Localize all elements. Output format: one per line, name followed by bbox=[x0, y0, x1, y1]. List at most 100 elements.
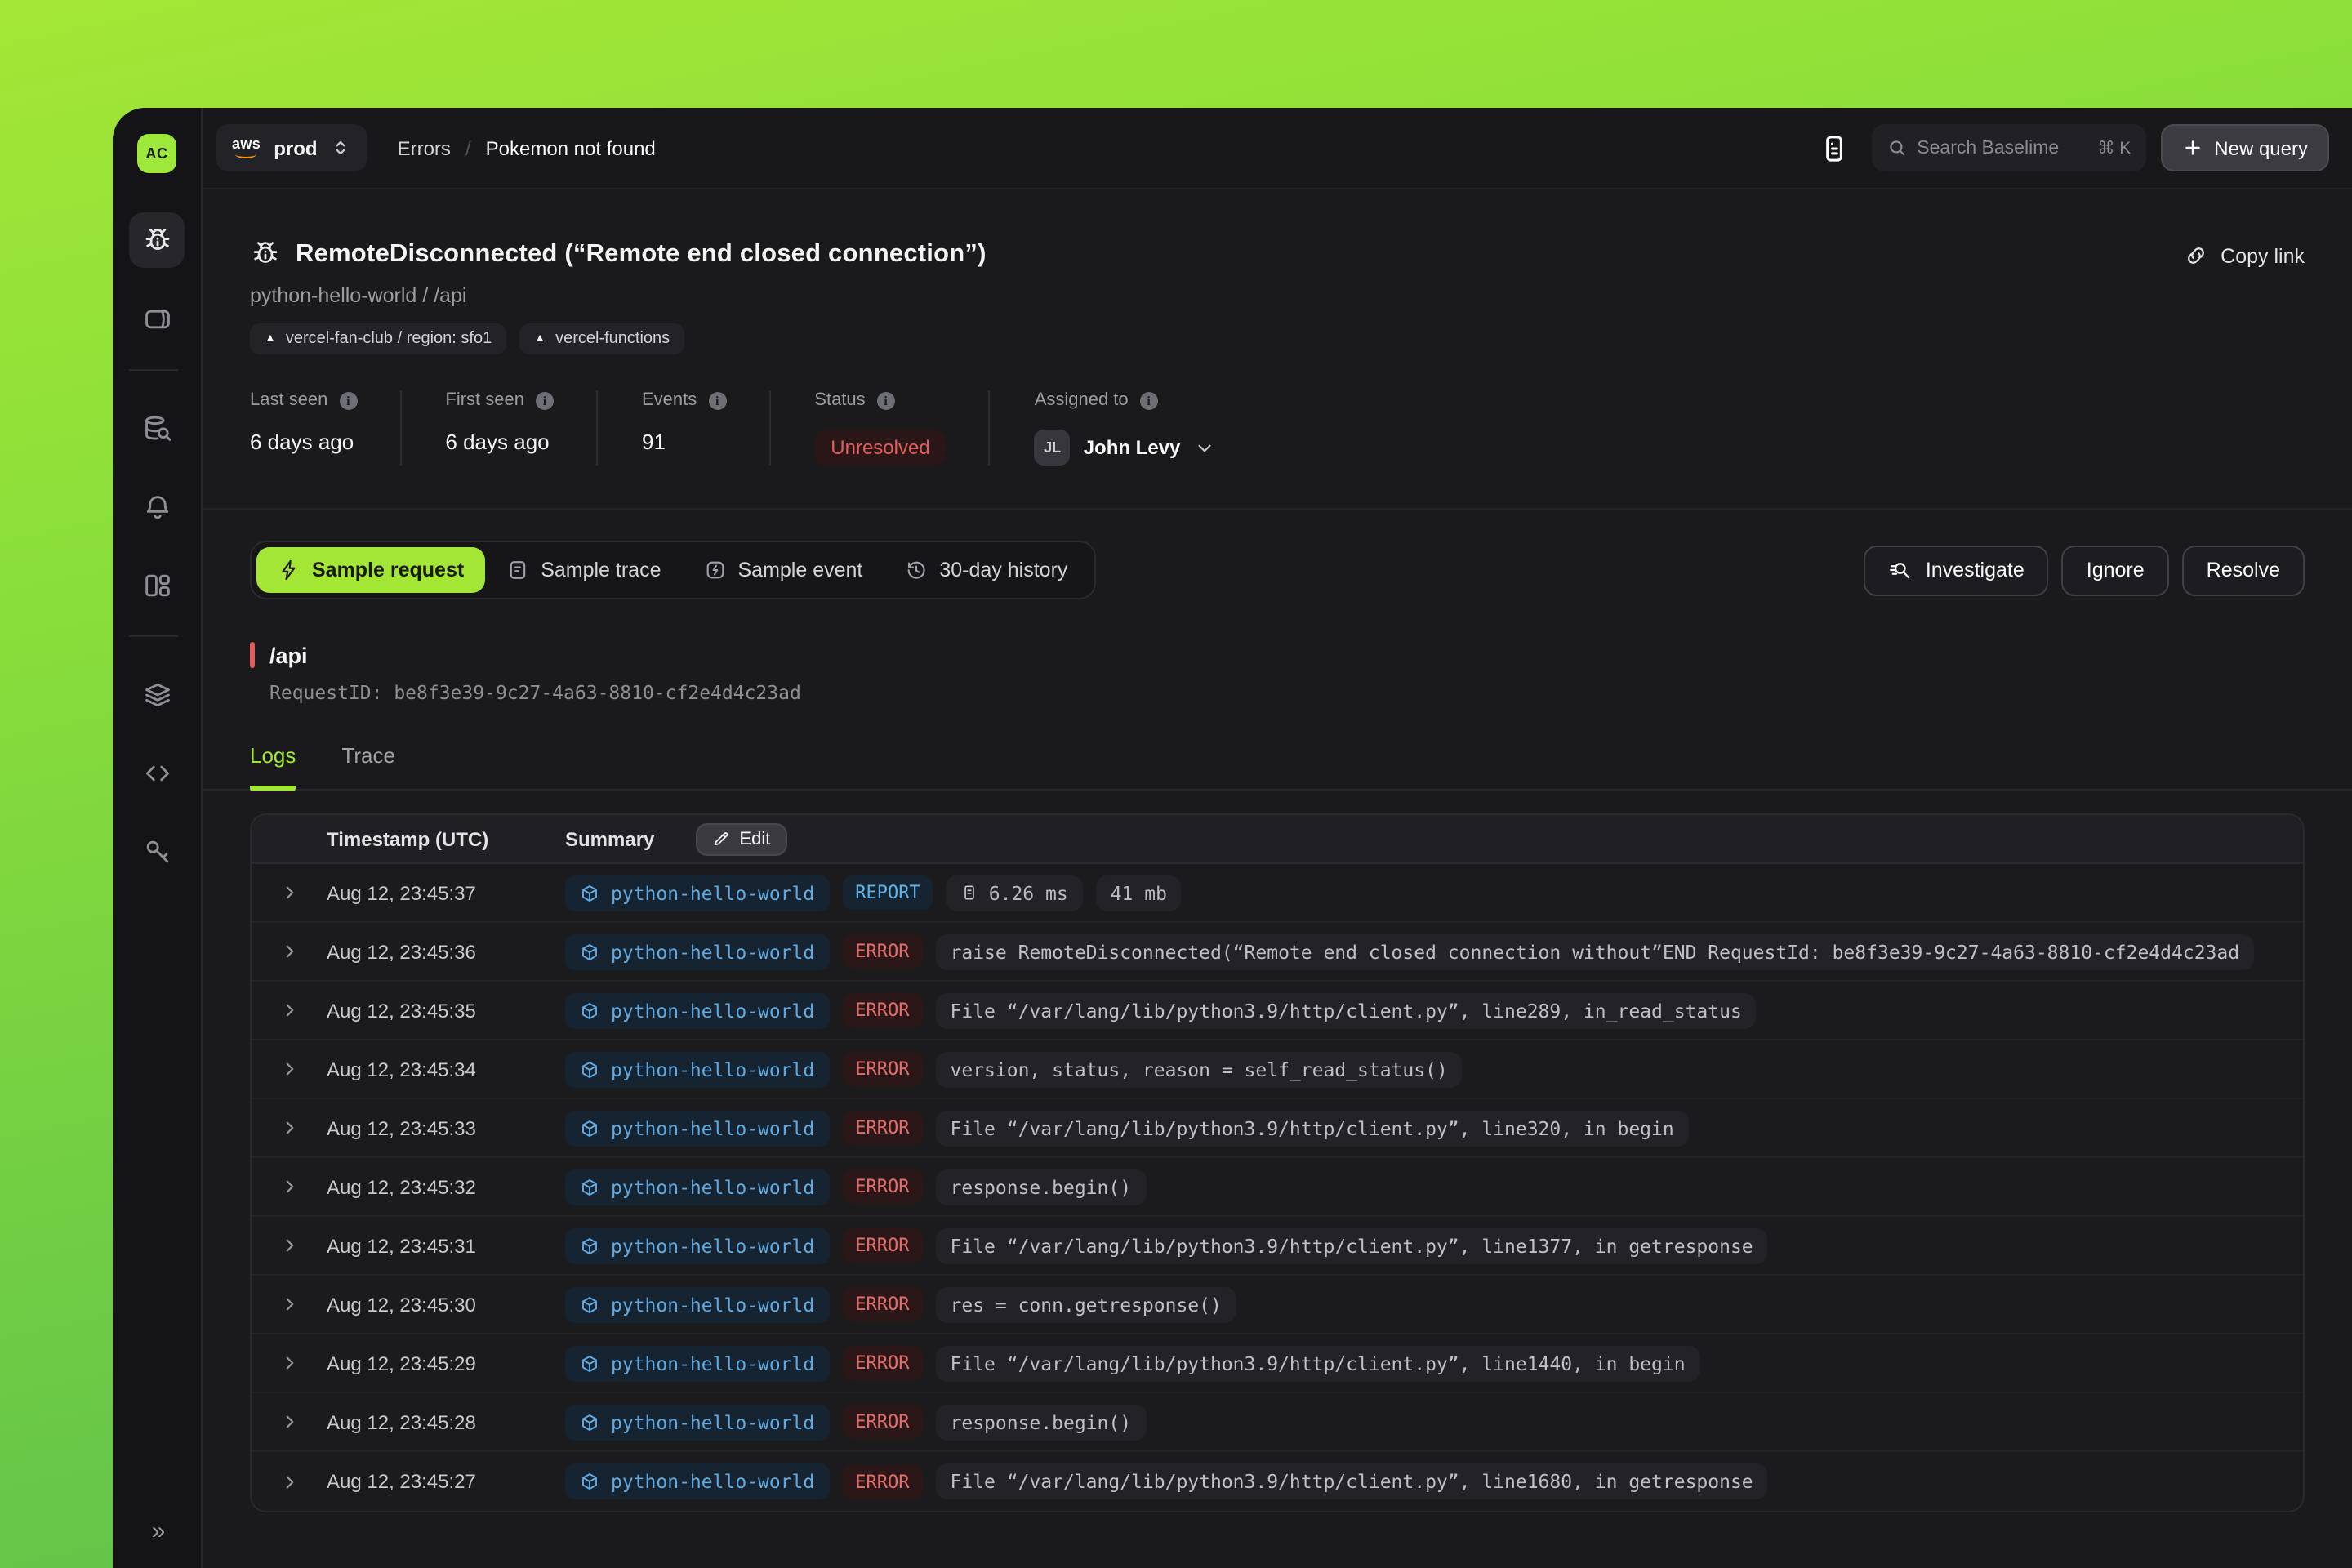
row-summary: python-hello-worldERRORFile “/var/lang/l… bbox=[565, 992, 1757, 1028]
row-expander[interactable] bbox=[252, 1411, 327, 1432]
level-badge: ERROR bbox=[842, 1228, 922, 1263]
sidebar-item-bug[interactable] bbox=[129, 212, 185, 268]
copy-link-button[interactable]: Copy link bbox=[2183, 243, 2305, 268]
service-badge[interactable]: python-hello-world bbox=[565, 1463, 829, 1499]
service-badge[interactable]: python-hello-world bbox=[565, 1051, 829, 1087]
row-expander[interactable] bbox=[252, 1235, 327, 1256]
stat-label: Last seeni bbox=[250, 390, 357, 410]
info-icon: i bbox=[708, 391, 726, 409]
investigate-icon bbox=[1888, 558, 1913, 582]
header-divider bbox=[203, 508, 2352, 510]
service-name: python-hello-world bbox=[611, 1116, 814, 1139]
service-badge[interactable]: python-hello-world bbox=[565, 1227, 829, 1263]
viewtab-logs[interactable]: Logs bbox=[250, 743, 296, 791]
action-group: Investigate Ignore Resolve bbox=[1864, 545, 2305, 595]
dashboard-icon bbox=[141, 569, 172, 600]
stat-label: Statusi bbox=[814, 390, 946, 410]
row-expander[interactable] bbox=[252, 1471, 327, 1492]
level-badge: REPORT bbox=[842, 875, 933, 910]
service-badge[interactable]: python-hello-world bbox=[565, 1404, 829, 1440]
vercel-triangle-icon: ▲ bbox=[534, 333, 546, 345]
workspace-avatar[interactable]: AC bbox=[137, 134, 176, 173]
tab-30-day-history[interactable]: 30-day history bbox=[884, 547, 1089, 593]
search-shortcut: ⌘ K bbox=[2097, 138, 2131, 158]
log-message: version, status, reason = self_read_stat… bbox=[936, 1051, 1463, 1087]
sidebar-item-dashboard[interactable] bbox=[129, 557, 185, 612]
package-icon bbox=[580, 1236, 599, 1255]
tag-label: vercel-functions bbox=[555, 330, 670, 348]
view-tabs: Logs Trace bbox=[203, 743, 2352, 791]
search-input[interactable] bbox=[1917, 138, 2087, 158]
sidebar-item-bell[interactable] bbox=[129, 479, 185, 534]
plus-icon bbox=[2181, 137, 2203, 158]
sidebar-expand-button[interactable]: » bbox=[152, 1517, 163, 1545]
global-search[interactable]: ⌘ K bbox=[1871, 124, 2145, 172]
sidebar-divider bbox=[129, 635, 178, 637]
row-expander[interactable] bbox=[252, 1352, 327, 1374]
package-icon bbox=[580, 1472, 599, 1491]
row-summary: python-hello-worldERRORresponse.begin() bbox=[565, 1404, 1146, 1440]
metric-text: 41 mb bbox=[1111, 881, 1167, 904]
service-name: python-hello-world bbox=[611, 881, 814, 904]
column-timestamp: Timestamp (UTC) bbox=[327, 827, 565, 850]
service-name: python-hello-world bbox=[611, 1293, 814, 1316]
changelog-icon[interactable] bbox=[1817, 131, 1850, 164]
row-expander[interactable] bbox=[252, 882, 327, 903]
row-summary: python-hello-worldERRORraise RemoteDisco… bbox=[565, 933, 2254, 969]
assignee-selector[interactable]: JLJohn Levy bbox=[1035, 430, 1215, 466]
level-badge: ERROR bbox=[842, 934, 922, 969]
service-badge[interactable]: python-hello-world bbox=[565, 933, 829, 969]
edit-columns-button[interactable]: Edit bbox=[695, 822, 786, 855]
tab-sample-trace[interactable]: Sample trace bbox=[485, 547, 682, 593]
chevron-up-down-icon bbox=[331, 137, 352, 158]
row-expander[interactable] bbox=[252, 941, 327, 962]
sidebar-item-code[interactable] bbox=[129, 745, 185, 800]
row-expander[interactable] bbox=[252, 1000, 327, 1021]
package-icon bbox=[580, 1353, 599, 1373]
level-badge: ERROR bbox=[842, 993, 922, 1027]
row-expander[interactable] bbox=[252, 1058, 327, 1080]
service-badge[interactable]: python-hello-world bbox=[565, 1169, 829, 1205]
tab-sample-event[interactable]: Sample event bbox=[683, 547, 884, 593]
sidebar-item-layers[interactable] bbox=[129, 666, 185, 722]
row-expander[interactable] bbox=[252, 1176, 327, 1197]
service-badge[interactable]: python-hello-world bbox=[565, 1286, 829, 1322]
search-icon bbox=[1886, 137, 1907, 158]
breadcrumb-errors[interactable]: Errors bbox=[398, 136, 451, 159]
stat-last-seen: Last seeni6 days ago bbox=[250, 390, 399, 466]
sidebar-nav bbox=[129, 212, 185, 902]
sidebar-item-key[interactable] bbox=[129, 823, 185, 879]
new-query-button[interactable]: New query bbox=[2160, 124, 2329, 172]
service-name: python-hello-world bbox=[611, 940, 814, 963]
table-row: Aug 12, 23:45:37 python-hello-world REPORT… bbox=[252, 864, 2303, 923]
service-badge[interactable]: python-hello-world bbox=[565, 875, 829, 911]
package-icon bbox=[580, 1000, 599, 1020]
investigate-button[interactable]: Investigate bbox=[1864, 545, 2049, 595]
chevron-right-icon bbox=[278, 1294, 300, 1315]
tab-sample-request[interactable]: Sample request bbox=[256, 547, 485, 593]
sidebar-item-database-search[interactable] bbox=[129, 400, 185, 456]
service-badge[interactable]: python-hello-world bbox=[565, 1345, 829, 1381]
viewtab-trace[interactable]: Trace bbox=[341, 743, 395, 791]
row-expander[interactable] bbox=[252, 1294, 327, 1315]
environment-label: prod bbox=[274, 136, 317, 159]
sidebar-item-container[interactable] bbox=[129, 291, 185, 346]
environment-selector[interactable]: aws prod bbox=[216, 124, 368, 172]
button-label: Investigate bbox=[1926, 559, 2025, 581]
stats-row: Last seeni6 days agoFirst seeni6 days ag… bbox=[250, 390, 2305, 466]
package-icon bbox=[580, 1177, 599, 1196]
tag-1[interactable]: ▲ vercel-functions bbox=[519, 323, 684, 354]
package-icon bbox=[580, 1118, 599, 1138]
row-timestamp: Aug 12, 23:45:30 bbox=[327, 1293, 565, 1316]
service-badge[interactable]: python-hello-world bbox=[565, 1110, 829, 1146]
ignore-button[interactable]: Ignore bbox=[2062, 545, 2169, 595]
row-expander[interactable] bbox=[252, 1117, 327, 1138]
table-row: Aug 12, 23:45:33python-hello-worldERRORF… bbox=[252, 1099, 2303, 1158]
row-timestamp: Aug 12, 23:45:37 bbox=[327, 881, 565, 904]
service-name: python-hello-world bbox=[611, 1175, 814, 1198]
resolve-button[interactable]: Resolve bbox=[2182, 545, 2305, 595]
table-row: Aug 12, 23:45:31python-hello-worldERRORF… bbox=[252, 1217, 2303, 1276]
service-badge[interactable]: python-hello-world bbox=[565, 992, 829, 1028]
tag-0[interactable]: ▲vercel-fan-club / region: sfo1 bbox=[250, 323, 506, 354]
bolt-icon bbox=[278, 559, 301, 581]
